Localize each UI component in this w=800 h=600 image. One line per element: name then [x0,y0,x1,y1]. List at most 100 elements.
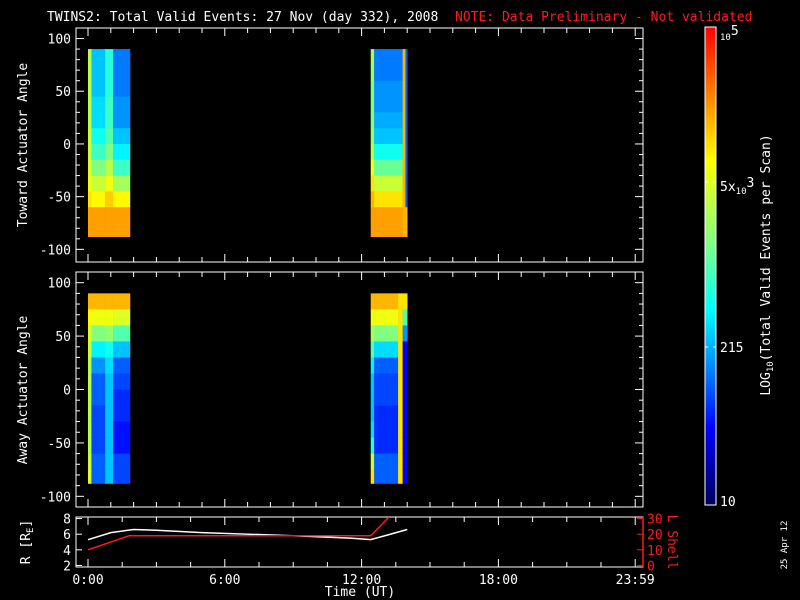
spectrogram-cell [88,437,92,454]
spectrogram-cell [88,453,92,470]
spectrogram-cell [88,357,92,374]
spectrogram-cell [88,469,92,484]
spectrogram-cell [374,175,403,192]
spectrogram-cell [370,373,375,390]
spectrogram-cell [88,309,92,326]
spectrogram-cell [105,96,114,113]
time-axis-label: Time (UT) [325,585,395,600]
twins-plot: TWINS2: Total Valid Events: 27 Nov (day … [0,0,800,600]
y-tick-label: 0 [63,138,71,153]
spectrogram-cell [91,293,106,310]
spectrogram-cell [370,112,375,129]
spectrogram-cell [374,453,399,470]
spectrogram-cell [398,405,403,422]
spectrogram-cell [370,128,375,145]
spectrogram-cell [370,325,375,342]
spectrogram-cell [402,143,406,161]
spectrogram-cell [405,207,408,224]
spectrogram-cell [88,64,92,82]
spectrogram-cell [374,405,399,422]
spectrogram-cell [402,207,406,224]
spectrogram-cell [402,405,408,422]
spectrogram-cell [91,357,106,374]
lshell-tick-label: 10 [647,544,663,559]
spectrogram-cell [113,293,131,310]
spectrogram-cell [88,207,92,224]
spectrogram-cell [88,421,92,438]
spectrogram-cell [402,373,408,390]
spectrogram-cell [91,223,106,238]
spectrogram-cell [91,128,106,145]
spectrogram-cell [370,96,375,113]
spectrogram-cell [370,143,375,161]
spectrogram-cell [105,175,114,192]
spectrogram-cell [374,309,399,326]
spectrogram-cell [105,80,114,97]
spectrogram-cell [113,159,131,176]
spectrogram-cell [374,207,403,224]
spectrogram-cell [402,437,408,454]
spectrogram-cell [105,469,114,484]
spectrogram-cell [402,309,408,326]
spectrogram-cell [88,143,92,161]
spectrogram-cell [402,389,408,406]
r-tick-label: 6 [63,528,71,543]
spectrogram-cell [374,293,399,310]
spectrogram-cell [113,325,131,342]
spectrogram-cell [402,49,406,66]
spectrogram-cell [402,64,406,82]
spectrogram-cell [105,405,114,422]
time-tick-label: 6:00 [209,573,240,588]
spectrogram-cell [370,309,375,326]
time-tick-label: 18:00 [479,573,518,588]
lshell-axis-label: L Shell [664,515,679,570]
spectrogram-cell [105,191,114,208]
spectrogram-cell [405,143,408,161]
spectrogram-cell [91,175,106,192]
spectrogram-cell [370,80,375,97]
spectrogram-cell [105,341,114,358]
spectrogram-cell [91,207,106,224]
spectrogram-cell [91,64,106,82]
colorbar [704,26,717,506]
spectrogram-cell [374,341,399,358]
spectrogram-cell [402,421,408,438]
spectrogram-cell [105,112,114,129]
spectrogram-cell [91,325,106,342]
spectrogram-cell [113,49,131,66]
spectrogram-cell [402,112,406,129]
spectrogram-cell [91,309,106,326]
preliminary-note: NOTE: Data Preliminary - Not validated [455,10,752,25]
spectrogram-cell [88,159,92,176]
spectrogram-cell [91,341,106,358]
y-tick-label: -50 [48,437,71,452]
spectrogram-cell [402,325,408,342]
r-tick-label: 2 [63,559,71,574]
top-ylabel: Toward Actuator Angle [16,63,31,228]
spectrogram-cell [398,453,403,470]
spectrogram-cell [91,80,106,97]
spectrogram-cell [370,389,375,406]
spectrogram-cell [91,96,106,113]
spectrogram-cell [370,293,375,310]
spectrogram-cell [374,80,403,97]
spectrogram-cell [374,421,399,438]
spectrogram-cell [374,223,403,238]
spectrogram-cell [374,373,399,390]
spectrogram-cell [405,191,408,208]
spectrogram-cell [374,437,399,454]
spectrogram-cell [374,469,399,484]
spectrogram-cell [91,373,106,390]
spectrogram-cell [370,357,375,374]
spectrogram-cell [88,175,92,192]
spectrogram-cell [88,293,92,310]
spectrogram-cell [398,325,403,342]
spectrogram-cell [105,293,114,310]
spectrogram-cell [405,112,408,129]
spectrogram-cell [113,373,131,390]
spectrogram-cell [398,341,403,358]
spectrogram-cell [105,325,114,342]
spectrogram-cell [402,175,406,192]
r-tick-label: 4 [63,544,71,559]
spectrogram-cell [374,325,399,342]
